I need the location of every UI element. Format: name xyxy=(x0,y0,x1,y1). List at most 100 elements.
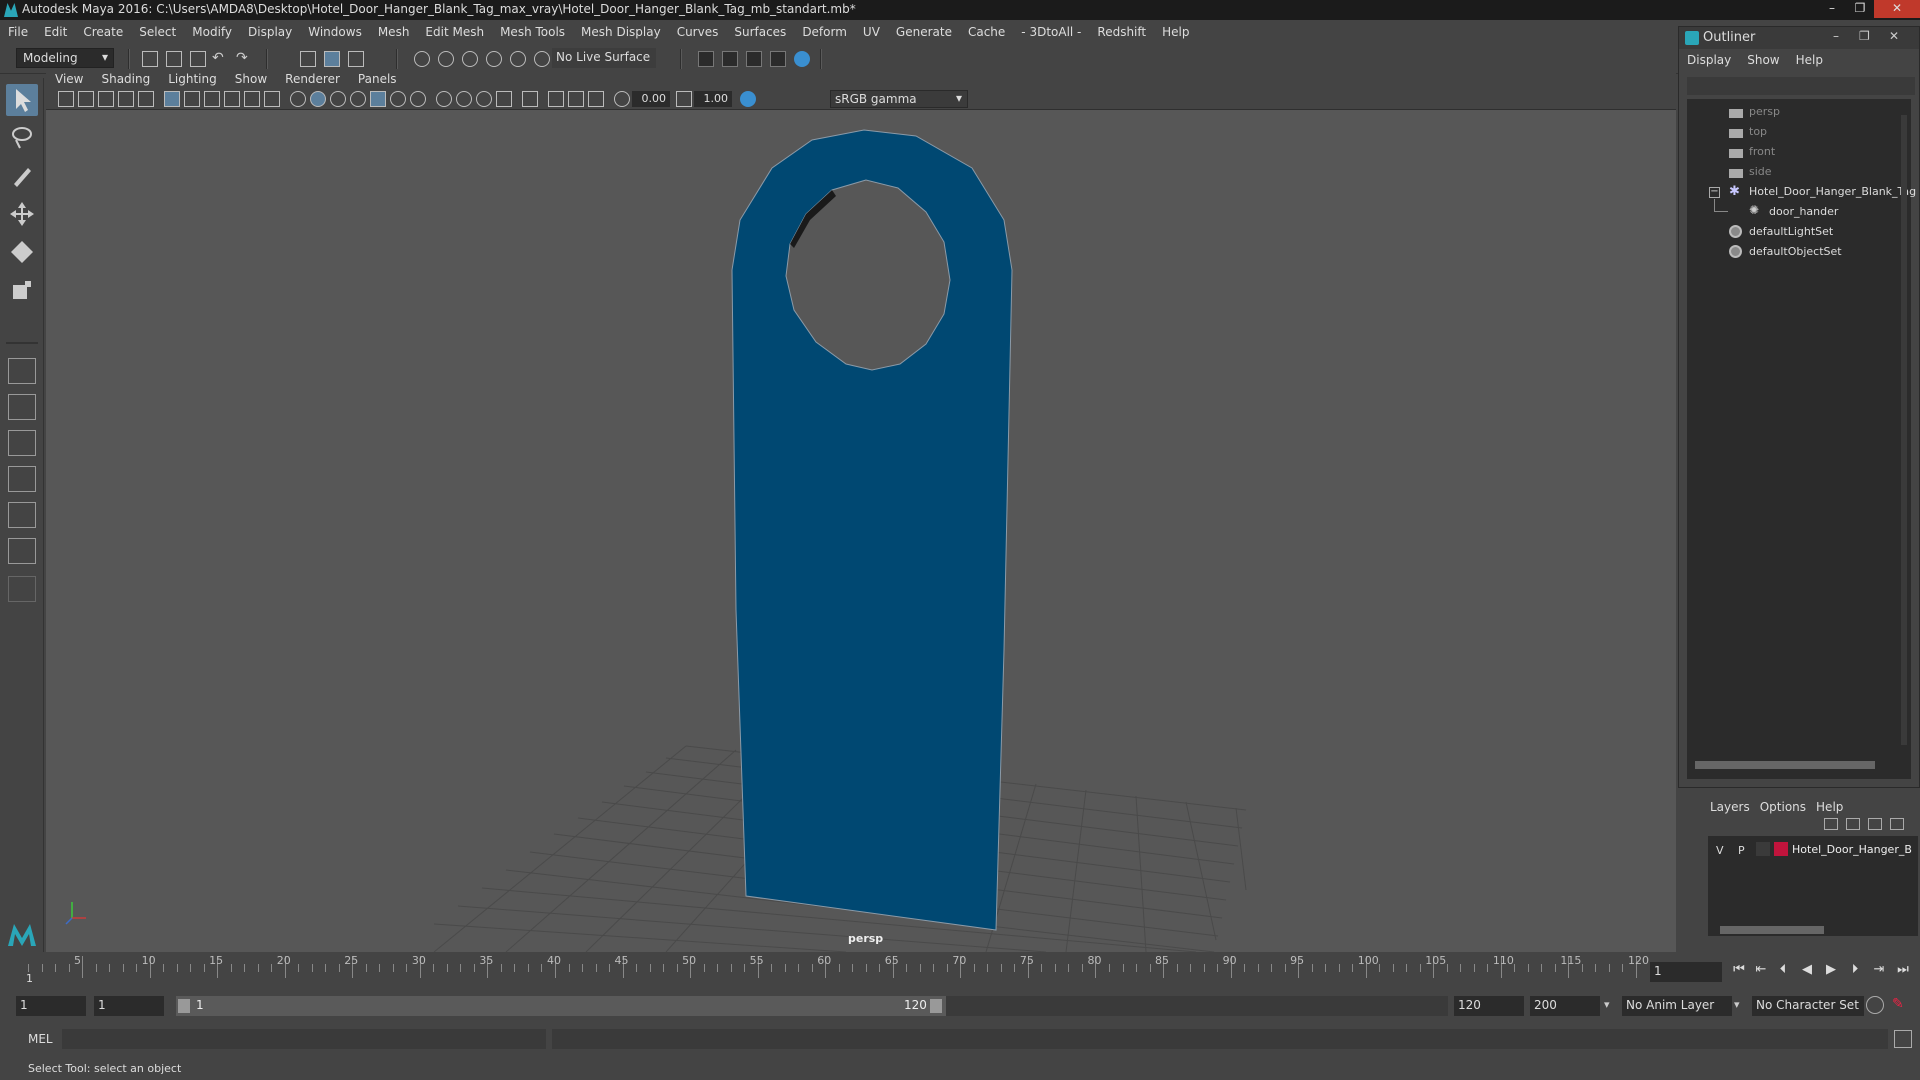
collapse-toggle[interactable]: − xyxy=(1709,187,1720,198)
panel-menu-shading[interactable]: Shading xyxy=(92,72,159,86)
menu-set-dropdown[interactable]: Modeling ▾ xyxy=(16,48,114,68)
menu-uv[interactable]: UV xyxy=(855,25,888,39)
select-by-object-icon[interactable] xyxy=(324,51,340,67)
menu-mesh[interactable]: Mesh xyxy=(370,25,418,39)
backface-culling-icon[interactable] xyxy=(588,91,604,107)
gamma-icon[interactable] xyxy=(676,91,692,107)
character-set-dropdown[interactable]: No Character Set xyxy=(1752,996,1864,1016)
anim-layer-dropdown[interactable]: No Anim Layer xyxy=(1622,996,1732,1016)
outliner-horizontal-scrollbar[interactable] xyxy=(1695,761,1875,769)
menu-display[interactable]: Display xyxy=(240,25,300,39)
persp-outliner-layout-button[interactable] xyxy=(8,430,36,456)
layer-menu-layers[interactable]: Layers xyxy=(1710,800,1760,814)
playback-end-field[interactable]: 120 xyxy=(1454,996,1524,1016)
command-input[interactable] xyxy=(62,1029,546,1049)
menu-3dtoall[interactable]: - 3DtoAll - xyxy=(1013,25,1089,39)
menu-edit[interactable]: Edit xyxy=(36,25,75,39)
menu-mesh-tools[interactable]: Mesh Tools xyxy=(492,25,573,39)
step-forward-frame-icon[interactable]: ⏵ xyxy=(1846,962,1864,980)
play-forwards-icon[interactable]: ▶ xyxy=(1822,962,1840,980)
save-scene-icon[interactable] xyxy=(190,51,206,67)
start-time-field[interactable]: 1 xyxy=(16,996,86,1016)
shadows-icon[interactable] xyxy=(436,91,452,107)
command-language-label[interactable]: MEL xyxy=(28,1032,53,1046)
persp-graph-layout-button[interactable] xyxy=(8,466,36,492)
outliner-menu-help[interactable]: Help xyxy=(1788,53,1831,71)
menu-surfaces[interactable]: Surfaces xyxy=(726,25,794,39)
outliner-item-side[interactable]: side xyxy=(1749,165,1772,178)
menu-curves[interactable]: Curves xyxy=(669,25,727,39)
safe-action-icon[interactable] xyxy=(264,91,280,107)
resolution-gate-icon[interactable] xyxy=(204,91,220,107)
ambient-occlusion-icon[interactable] xyxy=(456,91,472,107)
snap-together-icon[interactable] xyxy=(534,51,550,67)
textured-icon[interactable] xyxy=(350,91,366,107)
layer-visibility-toggle[interactable]: V xyxy=(1716,844,1724,857)
layer-name[interactable]: Hotel_Door_Hanger_B xyxy=(1792,843,1912,856)
menu-generate[interactable]: Generate xyxy=(888,25,960,39)
panel-menu-view[interactable]: View xyxy=(46,72,92,86)
panel-menu-panels[interactable]: Panels xyxy=(349,72,406,86)
snap-to-view-plane-icon[interactable] xyxy=(486,51,502,67)
menu-file[interactable]: File xyxy=(0,25,36,39)
wireframe-icon[interactable] xyxy=(290,91,306,107)
close-button[interactable]: ✕ xyxy=(1874,0,1920,18)
menu-help[interactable]: Help xyxy=(1154,25,1197,39)
ipr-render-icon[interactable] xyxy=(746,51,762,67)
layer-horizontal-scrollbar[interactable] xyxy=(1720,926,1824,934)
layer-menu-help[interactable]: Help xyxy=(1816,800,1853,814)
image-plane-icon[interactable] xyxy=(118,91,134,107)
outliner-maximize-button[interactable]: ❐ xyxy=(1859,29,1870,43)
layer-color-swatch[interactable] xyxy=(1774,842,1788,856)
smooth-shade-icon[interactable] xyxy=(310,91,326,107)
snap-to-curve-icon[interactable] xyxy=(438,51,454,67)
go-to-end-icon[interactable]: ⏭ xyxy=(1894,962,1912,980)
snap-to-grid-icon[interactable] xyxy=(414,51,430,67)
lasso-tool[interactable] xyxy=(6,122,38,154)
isolate-select-icon[interactable] xyxy=(522,91,538,107)
chevron-down-icon[interactable]: ▾ xyxy=(1604,998,1610,1011)
camera-attributes-icon[interactable] xyxy=(78,91,94,107)
menu-create[interactable]: Create xyxy=(75,25,131,39)
menu-redshift[interactable]: Redshift xyxy=(1089,25,1154,39)
two-sided-lighting-icon[interactable] xyxy=(568,91,584,107)
rotate-tool[interactable] xyxy=(6,236,38,268)
outliner-minimize-button[interactable]: – xyxy=(1833,29,1839,43)
outliner-item-default-light-set[interactable]: defaultLightSet xyxy=(1749,225,1833,238)
outliner-menu-display[interactable]: Display xyxy=(1679,53,1739,71)
outliner-item-door-hander[interactable]: door_hander xyxy=(1769,205,1838,218)
single-perspective-layout-button[interactable] xyxy=(8,358,36,384)
outliner-item-top[interactable]: top xyxy=(1749,125,1767,138)
range-start-handle[interactable] xyxy=(178,999,190,1013)
motion-blur-icon[interactable] xyxy=(476,91,492,107)
outliner-item-persp[interactable]: persp xyxy=(1749,105,1780,118)
script-editor-icon[interactable] xyxy=(1894,1030,1912,1048)
move-layer-up-icon[interactable] xyxy=(1824,818,1838,830)
view-transform-dropdown[interactable]: sRGB gamma ▾ xyxy=(830,90,968,108)
render-current-frame-icon[interactable] xyxy=(722,51,738,67)
layer-menu-options[interactable]: Options xyxy=(1760,800,1816,814)
new-scene-icon[interactable] xyxy=(142,51,158,67)
hypershade-icon[interactable] xyxy=(794,51,810,67)
menu-mesh-display[interactable]: Mesh Display xyxy=(573,25,669,39)
default-lighting-icon[interactable] xyxy=(330,91,346,107)
menu-cache[interactable]: Cache xyxy=(960,25,1013,39)
outliner-close-button[interactable]: ✕ xyxy=(1889,29,1899,43)
xray-joints-icon[interactable] xyxy=(410,91,426,107)
anti-aliasing-icon[interactable] xyxy=(496,91,512,107)
step-forward-key-icon[interactable]: ⇥ xyxy=(1870,962,1888,980)
menu-deform[interactable]: Deform xyxy=(794,25,855,39)
maximize-button[interactable]: ❐ xyxy=(1846,0,1874,18)
wireframe-on-shaded-icon[interactable] xyxy=(370,91,386,107)
end-time-field[interactable]: 200 xyxy=(1530,996,1600,1016)
menu-modify[interactable]: Modify xyxy=(184,25,240,39)
exposure-icon[interactable] xyxy=(614,91,630,107)
exposure-field[interactable]: 0.00 xyxy=(632,91,670,107)
live-surface-field[interactable]: No Live Surface xyxy=(552,48,656,68)
four-view-layout-button[interactable] xyxy=(8,394,36,420)
move-tool[interactable] xyxy=(6,198,38,230)
range-slider-bar[interactable]: 1 120 xyxy=(176,996,946,1016)
layer-playback-toggle[interactable]: P xyxy=(1738,844,1745,857)
select-by-component-icon[interactable] xyxy=(348,51,364,67)
preferences-icon[interactable]: ✎ xyxy=(1892,996,1910,1014)
